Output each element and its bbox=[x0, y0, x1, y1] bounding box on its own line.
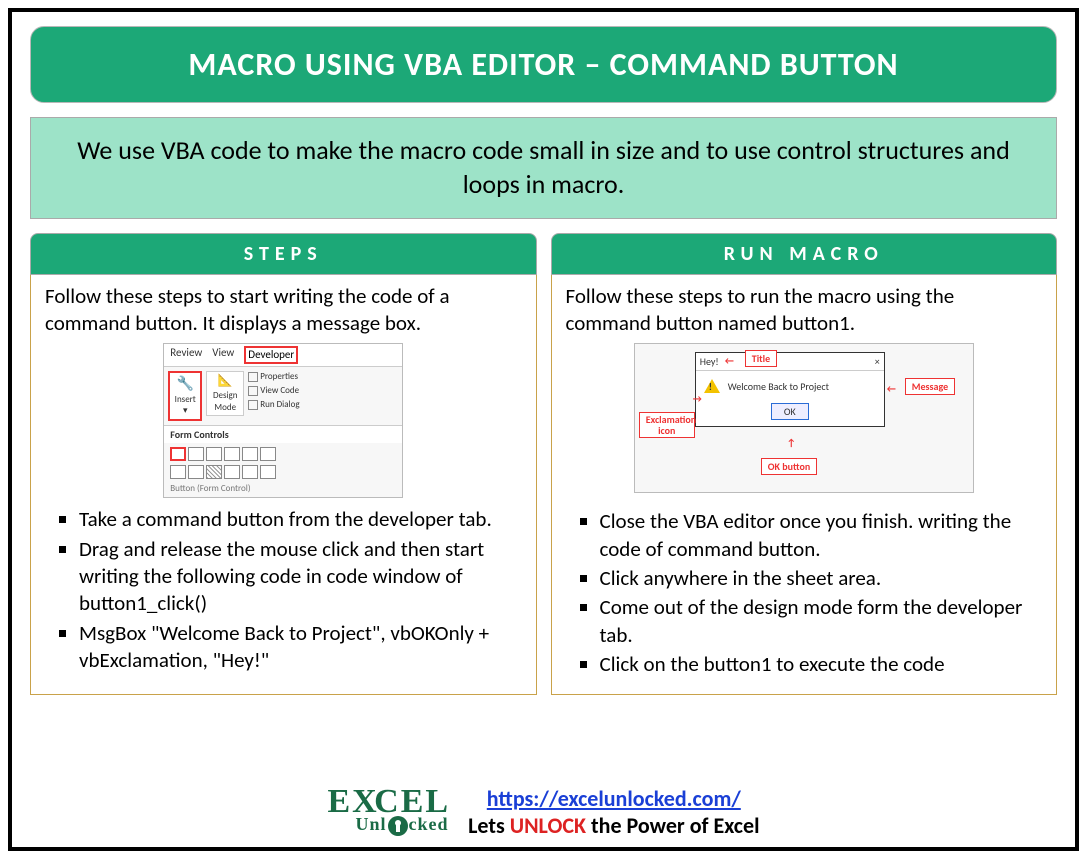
list-item: Click anywhere in the sheet area. bbox=[600, 565, 1043, 592]
footer: EXCEL Unlcked https://excelunlocked.com/… bbox=[12, 785, 1075, 839]
keyhole-icon bbox=[388, 816, 408, 836]
run-macro-heading: RUN MACRO bbox=[551, 233, 1058, 275]
document-frame: MACRO USING VBA EDITOR – COMMAND BUTTON … bbox=[8, 8, 1079, 851]
steps-intro: Follow these steps to start writing the … bbox=[45, 283, 522, 338]
list-item: Click on the button1 to execute the code bbox=[600, 651, 1043, 678]
steps-body: Follow these steps to start writing the … bbox=[30, 275, 537, 696]
close-icon: × bbox=[875, 355, 880, 368]
page-subtitle: We use VBA code to make the macro code s… bbox=[30, 117, 1057, 219]
list-item: Drag and release the mouse click and the… bbox=[79, 536, 522, 618]
ribbon-tab-view: View bbox=[212, 346, 234, 364]
label-ok: OK button bbox=[761, 458, 817, 475]
ribbon-illustration: Review View Developer 🔧 Insert ▾ 📐 bbox=[163, 343, 403, 498]
label-exclamation: Exclamation icon bbox=[639, 412, 695, 438]
exclamation-icon bbox=[704, 379, 720, 393]
run-macro-list: Close the VBA editor once you finish. wr… bbox=[600, 508, 1043, 678]
label-title: Title bbox=[745, 350, 777, 367]
button-control-icon bbox=[170, 447, 186, 461]
columns: STEPS Follow these steps to start writin… bbox=[30, 233, 1057, 696]
ribbon-tab-review: Review bbox=[170, 346, 202, 364]
list-item: MsgBox "Welcome Back to Project", vbOKOn… bbox=[79, 620, 522, 675]
list-item: Close the VBA editor once you finish. wr… bbox=[600, 508, 1043, 563]
run-macro-body: Follow these steps to run the macro usin… bbox=[551, 275, 1058, 696]
logo: EXCEL Unlcked bbox=[327, 788, 450, 837]
msgbox-title: Hey! bbox=[700, 355, 719, 368]
run-macro-column: RUN MACRO Follow these steps to run the … bbox=[551, 233, 1058, 696]
list-item: Come out of the design mode form the dev… bbox=[600, 594, 1043, 649]
form-controls-label: Form Controls bbox=[164, 425, 402, 443]
label-message: Message bbox=[905, 378, 955, 395]
list-item: Take a command button from the developer… bbox=[79, 506, 522, 533]
page-title: MACRO USING VBA EDITOR – COMMAND BUTTON bbox=[30, 26, 1057, 103]
form-control-caption: Button (Form Control) bbox=[164, 483, 402, 497]
steps-list: Take a command button from the developer… bbox=[79, 506, 522, 674]
ok-button: OK bbox=[771, 403, 809, 420]
ribbon-design-button: 📐 Design Mode bbox=[206, 371, 244, 416]
ribbon-group: Properties View Code Run Dialog bbox=[248, 371, 299, 410]
steps-column: STEPS Follow these steps to start writin… bbox=[30, 233, 537, 696]
steps-heading: STEPS bbox=[30, 233, 537, 275]
form-controls-grid bbox=[164, 443, 402, 465]
msgbox-illustration: Hey! × Welcome Back to Project OK bbox=[634, 343, 974, 493]
footer-link[interactable]: https://excelunlocked.com/ bbox=[487, 785, 741, 812]
ribbon-tab-developer: Developer bbox=[244, 346, 298, 364]
footer-tagline: Lets UNLOCK the Power of Excel bbox=[468, 812, 759, 839]
run-macro-intro: Follow these steps to run the macro usin… bbox=[566, 283, 1043, 338]
ribbon-insert-button: 🔧 Insert ▾ bbox=[168, 371, 202, 421]
msgbox-message: Welcome Back to Project bbox=[728, 380, 829, 393]
